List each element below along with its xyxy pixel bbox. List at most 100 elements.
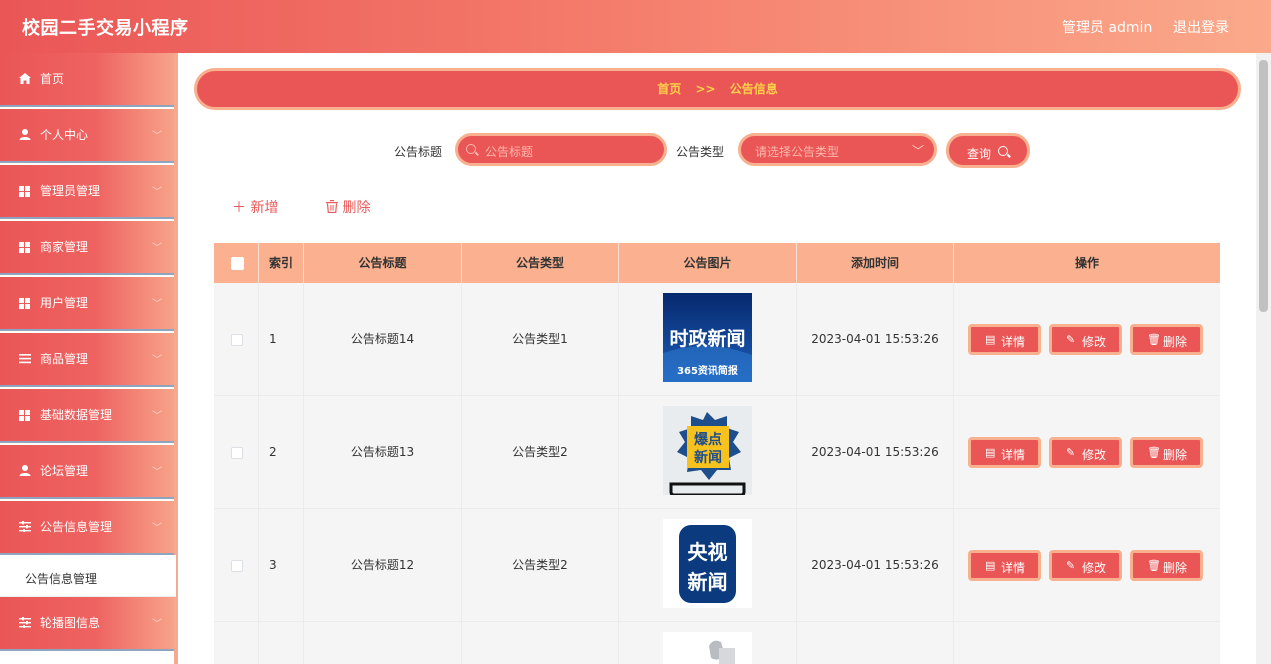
th-image: 公告图片: [619, 243, 797, 283]
user-icon: [19, 129, 31, 140]
sidebar-item-merchant[interactable]: 商家管理 ﹀: [0, 221, 174, 275]
detail-button[interactable]: ▤ 详情: [968, 437, 1041, 468]
delete-button[interactable]: 🗑 删除: [1130, 437, 1203, 468]
row-select-cell: [214, 509, 259, 621]
image-subtext: 365资讯简报: [677, 364, 738, 377]
chevron-down-icon: ﹀: [152, 355, 162, 366]
chevron-down-icon: ﹀: [152, 619, 162, 630]
row-select-cell: [214, 283, 259, 395]
breadcrumb-separator: >>: [695, 82, 716, 96]
page-scrollbar-thumb[interactable]: [1259, 60, 1268, 312]
sidebar-item-home[interactable]: 首页: [0, 53, 174, 107]
table-row: 1 公告标题14 公告类型1 2023-04-01 15:53:26 时政新闻 …: [214, 283, 1220, 396]
sliders-icon: [19, 521, 31, 532]
cell-type: 公告类型1: [462, 283, 619, 395]
cell-time: 2023-04-01 15:53:26: [797, 509, 954, 621]
row-checkbox[interactable]: [231, 560, 243, 572]
sidebar-item-label: 首页: [40, 72, 65, 86]
sidebar-item-admin[interactable]: 管理员管理 ﹀: [0, 165, 174, 219]
sidebar-item-label: 公告信息管理: [40, 520, 113, 534]
document-icon: ▤: [985, 446, 996, 459]
document-icon: ▤: [985, 559, 996, 572]
row-checkbox[interactable]: [231, 447, 243, 459]
cell-title: 公告标题14: [304, 283, 462, 395]
sidebar-item-label: 轮播图信息: [40, 616, 101, 630]
notice-image[interactable]: 时政新闻 365资讯简报: [663, 293, 752, 382]
edit-button[interactable]: ✎ 修改: [1049, 324, 1122, 355]
sliders-icon: [19, 617, 31, 628]
grid-icon: [19, 186, 30, 197]
table-row: [214, 622, 1220, 664]
select-all-checkbox[interactable]: [231, 257, 244, 270]
chevron-down-icon: ﹀: [152, 243, 162, 254]
logout-link[interactable]: 退出登录: [1173, 17, 1229, 37]
home-icon: [19, 73, 31, 84]
cell-title: 公告标题13: [304, 396, 462, 508]
notice-title-placeholder: 公告标题: [485, 145, 534, 159]
cell-type: [462, 622, 619, 664]
pencil-icon: ✎: [1066, 333, 1076, 346]
sidebar-item-label: 用户管理: [40, 296, 89, 310]
notice-type-label: 公告类型: [676, 145, 725, 159]
add-button-label: 新增: [250, 200, 279, 216]
sidebar-subitem-label: 公告信息管理: [25, 572, 98, 586]
cell-time: 2023-04-01 15:53:26: [797, 396, 954, 508]
trash-icon: 🗑: [1147, 333, 1161, 346]
edit-label: 修改: [1082, 335, 1107, 349]
cell-index: 2: [259, 396, 304, 508]
notice-title-input[interactable]: 公告标题: [455, 133, 667, 166]
th-title: 公告标题: [304, 243, 462, 283]
breadcrumb-home[interactable]: 首页: [657, 82, 681, 96]
chevron-down-icon: ﹀: [911, 144, 924, 158]
cell-index: 3: [259, 509, 304, 621]
app-title: 校园二手交易小程序: [22, 18, 189, 39]
image-text: 爆点: [694, 431, 722, 448]
th-type: 公告类型: [462, 243, 619, 283]
edit-button[interactable]: ✎ 修改: [1049, 437, 1122, 468]
trash-icon: 🗑: [1147, 446, 1161, 459]
trash-icon: [326, 200, 338, 214]
image-text: 时政新闻: [669, 327, 745, 350]
sidebar-item-goods[interactable]: 商品管理 ﹀: [0, 333, 174, 387]
edit-label: 修改: [1082, 448, 1107, 462]
delete-button-label: 删除: [342, 200, 371, 216]
add-button[interactable]: ＋ 新增: [232, 197, 278, 217]
sidebar-subitem-notice-manage[interactable]: 公告信息管理: [0, 555, 176, 597]
pencil-icon: ✎: [1066, 446, 1076, 459]
row-checkbox[interactable]: [231, 334, 243, 346]
detail-label: 详情: [1001, 448, 1026, 462]
detail-button[interactable]: ▤ 详情: [968, 550, 1041, 581]
cell-type: 公告类型2: [462, 509, 619, 621]
cell-title: [304, 622, 462, 664]
sidebar-item-basic-data[interactable]: 基础数据管理 ﹀: [0, 389, 174, 443]
notice-image[interactable]: 央视 新闻: [663, 519, 752, 608]
notice-image[interactable]: [663, 632, 752, 664]
detail-label: 详情: [1001, 335, 1026, 349]
batch-delete-button[interactable]: 删除: [326, 197, 370, 217]
chevron-down-icon: ﹀: [152, 467, 162, 478]
sidebar-item-profile[interactable]: 个人中心 ﹀: [0, 109, 174, 163]
chevron-down-icon: ﹀: [152, 131, 162, 142]
delete-label: 删除: [1163, 561, 1188, 575]
row-select-cell: [214, 396, 259, 508]
sidebar-item-forum[interactable]: 论坛管理 ﹀: [0, 445, 174, 499]
notice-type-select[interactable]: 请选择公告类型 ﹀: [738, 133, 937, 166]
breadcrumb-current: 公告信息: [729, 82, 778, 96]
cell-index: [259, 622, 304, 664]
sidebar-item-users[interactable]: 用户管理 ﹀: [0, 277, 174, 331]
grid-icon: [19, 298, 30, 309]
edit-button[interactable]: ✎ 修改: [1049, 550, 1122, 581]
detail-button[interactable]: ▤ 详情: [968, 324, 1041, 355]
delete-button[interactable]: 🗑 删除: [1130, 550, 1203, 581]
sidebar-item-label: 商家管理: [40, 240, 89, 254]
trash-icon: 🗑: [1147, 559, 1161, 572]
notice-image[interactable]: 爆点 新闻: [663, 406, 752, 495]
select-all-cell: [214, 243, 259, 283]
sidebar-item-notice[interactable]: 公告信息管理 ﹀: [0, 501, 174, 555]
search-icon: [998, 146, 1008, 156]
user-icon: [19, 465, 31, 476]
sidebar-item-label: 管理员管理: [40, 184, 101, 198]
delete-button[interactable]: 🗑 删除: [1130, 324, 1203, 355]
sidebar-item-carousel[interactable]: 轮播图信息 ﹀: [0, 597, 174, 651]
query-button[interactable]: 查询: [946, 133, 1030, 168]
